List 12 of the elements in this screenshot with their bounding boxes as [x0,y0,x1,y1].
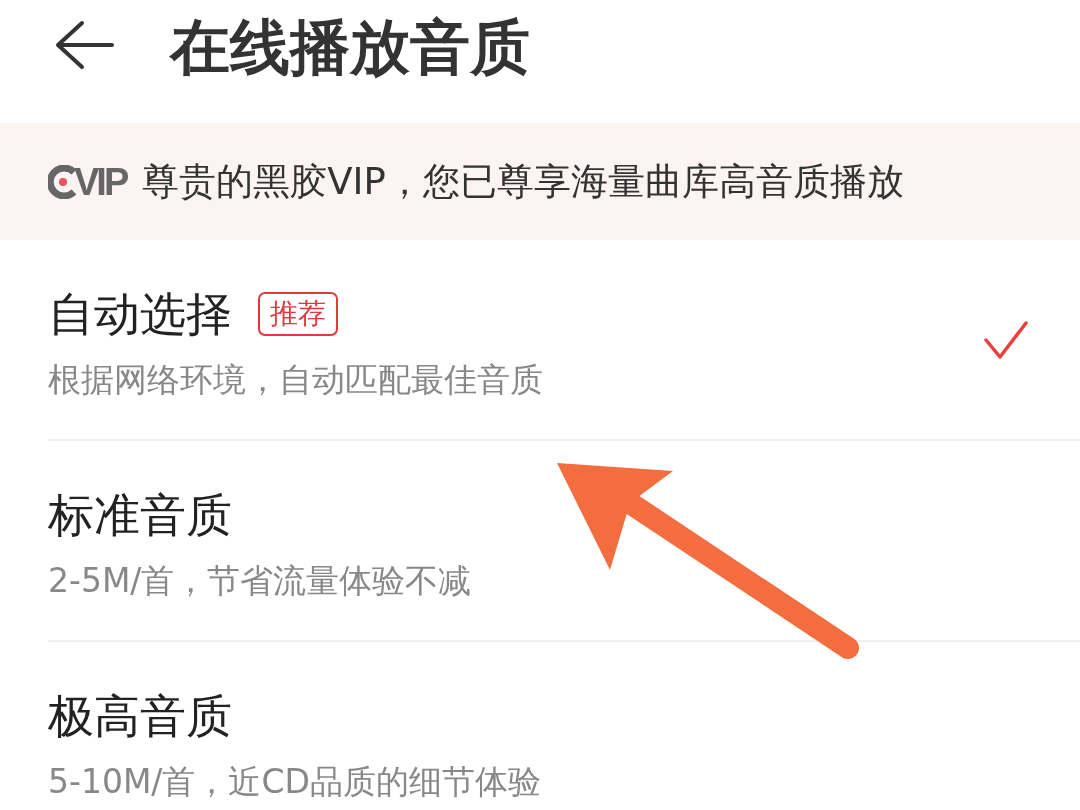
option-title: 标准音质 [48,487,232,543]
back-icon [54,20,114,70]
option-description: 5-10M/首，近CD品质的细节体验 [48,761,542,803]
option-description: 根据网络环境，自动匹配最佳音质 [48,359,544,401]
option-title: 自动选择 [48,286,232,342]
recommend-tag: 推荐 [258,292,338,336]
option-title: 极高音质 [48,688,232,744]
vip-message: 尊贵的黑胶VIP，您已尊享海量曲库高音质播放 [142,159,904,204]
page-title: 在线播放音质 [170,15,530,79]
vip-logo-text: VIP [74,161,127,202]
option-description: 2-5M/首，节省流量体验不减 [48,560,473,602]
check-icon [984,319,1028,360]
